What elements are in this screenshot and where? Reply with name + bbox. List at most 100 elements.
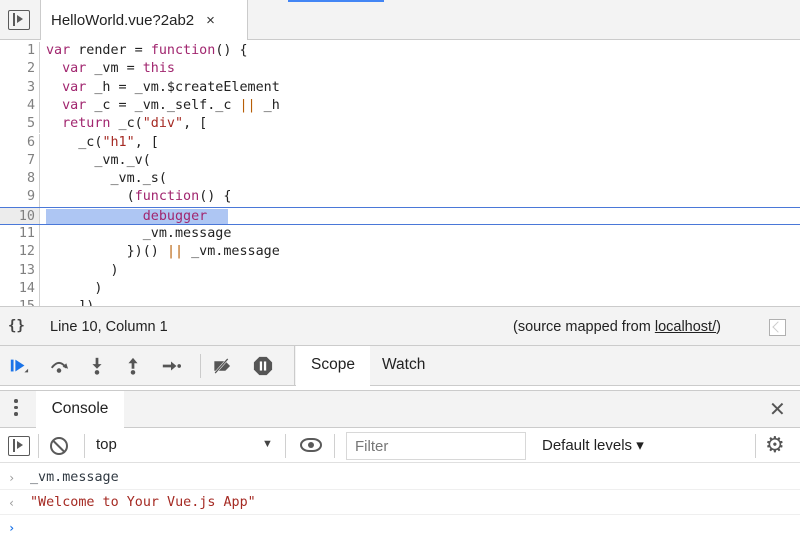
code-line[interactable]: 6 _c("h1", [ [0,133,800,152]
code-line-active[interactable]: 10 debugger [0,206,800,225]
code-token: _h = _vm.$createElement [86,79,280,95]
line-number[interactable]: 8 [0,170,40,189]
line-number[interactable]: 13 [0,261,40,280]
code-token: "h1" [102,134,135,150]
code-line[interactable]: 12 })() || _vm.message [0,243,800,262]
cursor-position: Line 10, Column 1 [50,319,168,335]
deactivate-breakpoints-icon[interactable] [212,356,234,376]
toolbar-divider [755,434,756,458]
code-token: ) [46,280,103,296]
more-options-icon[interactable] [14,399,18,419]
code-text: (function() { [46,188,232,206]
console-input-text[interactable]: _vm.message [30,466,119,490]
tab-watch[interactable]: Watch [382,346,425,386]
log-levels-dropdown[interactable]: Default levels ▾ [542,436,644,454]
toggle-navigator-icon[interactable] [8,10,30,30]
code-text: var _h = _vm.$createElement [46,79,280,97]
file-tab[interactable]: HelloWorld.vue?2ab2 × [40,0,248,40]
code-token: var [62,97,87,113]
step-out-icon[interactable] [122,356,144,376]
toolbar-divider [200,354,201,378]
tab-scope[interactable]: Scope [296,346,370,386]
line-number[interactable]: 11 [0,225,40,244]
source-map-info: (source mapped from localhost/) [513,319,721,335]
expand-icon[interactable] [769,319,786,336]
code-line[interactable]: 4 var _c = _vm._self._c || _h [0,96,800,116]
line-number[interactable]: 2 [0,60,40,79]
code-token: })() [46,244,167,260]
code-text: _vm._v( [46,152,151,170]
code-line[interactable]: 13 ) [0,261,800,280]
code-token: debugger [142,208,208,224]
input-arrow-icon: › [8,471,16,485]
toolbar-divider [84,434,85,458]
code-token: || [239,97,256,113]
code-token: () { [215,43,248,58]
eye-icon[interactable] [300,438,322,452]
step-icon[interactable] [160,356,182,376]
chevron-down-icon[interactable]: ▼ [262,438,273,450]
code-text: var render = function() { [46,42,248,60]
code-token: function [134,189,200,205]
console-toolbar: top ▼ Default levels ▾ ⚙ [0,428,800,463]
line-number[interactable]: 7 [0,151,40,171]
line-number[interactable]: 12 [0,243,40,262]
step-over-icon[interactable] [48,356,70,376]
line-number[interactable]: 3 [0,78,40,97]
code-token: var [46,43,71,58]
line-number[interactable]: 4 [0,96,40,116]
close-tab-icon[interactable]: × [206,12,215,29]
code-line[interactable]: 2 var _vm = this [0,60,800,79]
resume-icon[interactable] [8,356,30,376]
line-number[interactable]: 14 [0,279,40,299]
line-number[interactable]: 10 [0,207,40,224]
console-result-text: "Welcome to Your Vue.js App" [30,495,256,510]
line-number[interactable]: 9 [0,188,40,207]
pause-on-exceptions-icon[interactable] [252,356,274,376]
code-text: _c("h1", [ [46,134,159,152]
console-prompt[interactable]: › [0,516,800,540]
toggle-sidebar-icon[interactable] [8,436,30,456]
code-line[interactable]: 11 _vm.message [0,225,800,244]
code-line[interactable]: 9 (function() { [0,188,800,207]
code-token: _c = _vm._self._c [86,97,240,113]
console-result-line: ‹ "Welcome to Your Vue.js App" [0,491,800,515]
code-line[interactable]: 1 var render = function() { [0,42,800,61]
sources-tab-bar: HelloWorld.vue?2ab2 × [0,0,800,40]
filter-input[interactable] [346,432,526,460]
line-number[interactable]: 6 [0,133,40,152]
code-text: var _vm = this [46,60,175,78]
active-panel-indicator [288,0,384,2]
gear-icon[interactable]: ⚙ [765,432,785,458]
close-drawer-icon[interactable]: ✕ [769,397,786,422]
line-number[interactable]: 5 [0,115,40,134]
code-line[interactable]: 5 return _c("div", [ [0,115,800,134]
code-text: ) [46,262,119,280]
code-editor[interactable]: 1 var render = function() {2 var _vm = th… [0,40,800,317]
code-line[interactable]: 3 var _h = _vm.$createElement [0,78,800,97]
code-token: _vm._v( [46,152,151,168]
source-map-link[interactable]: localhost/ [655,319,716,335]
step-into-icon[interactable] [86,356,108,376]
drawer-header: Console ✕ [0,390,800,428]
code-text: return _c("div", [ [46,115,207,133]
code-line[interactable]: 14 ) [0,279,800,299]
code-token: return [62,116,111,132]
clear-console-icon[interactable] [50,437,68,455]
code-line[interactable]: 8 _vm._s( [0,170,800,189]
pretty-print-icon[interactable]: {} [8,318,25,334]
context-selector[interactable]: top [96,436,117,453]
code-token: ) [46,262,119,278]
code-token: "div" [142,116,184,132]
code-token: , [ [183,116,208,132]
tab-console[interactable]: Console [36,391,124,428]
code-token: ( [46,189,135,205]
line-number[interactable]: 1 [0,42,40,61]
code-line[interactable]: 7 _vm._v( [0,151,800,171]
code-token: _vm._s( [46,171,167,187]
file-tab-label: HelloWorld.vue?2ab2 [51,11,195,29]
